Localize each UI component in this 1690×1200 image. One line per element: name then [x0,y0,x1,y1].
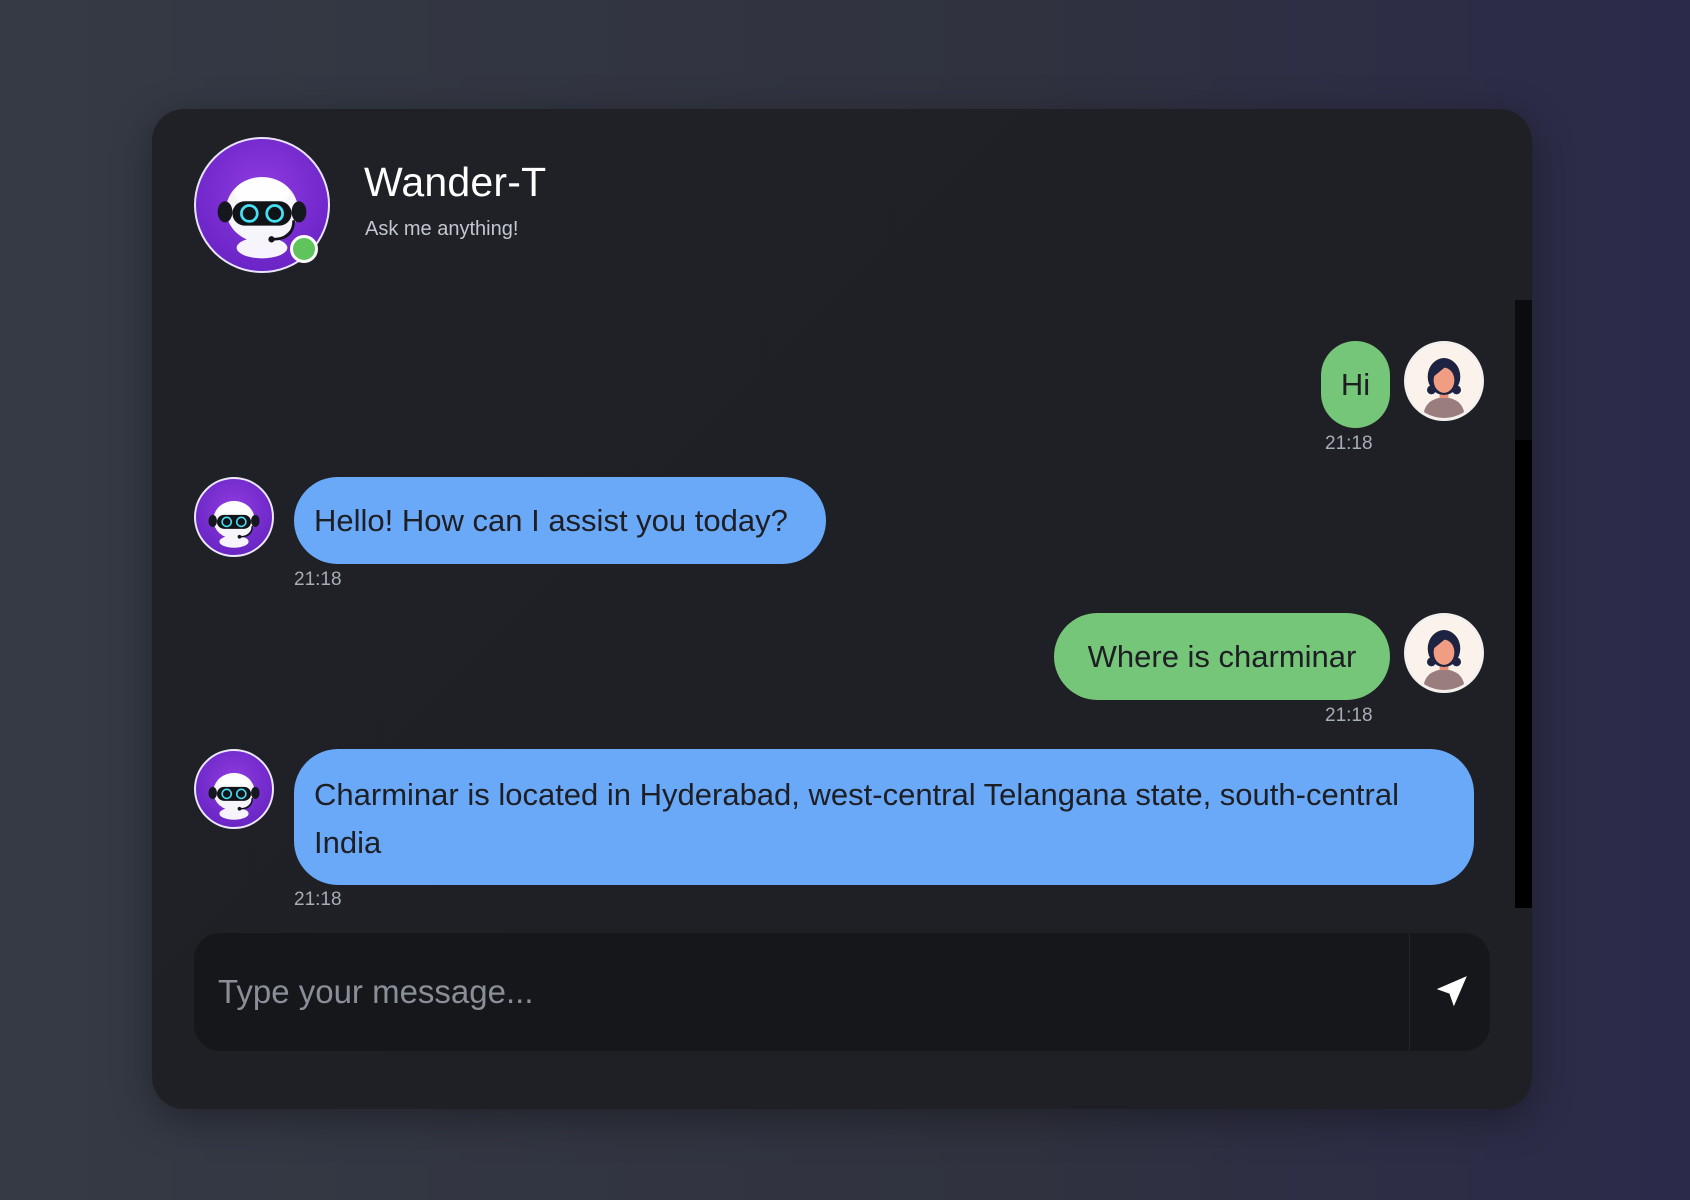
bot-message-bubble: Hello! How can I assist you today? [294,477,826,564]
user-avatar [1404,613,1484,693]
chat-window: Wander-T Ask me anything! Hi 21:18 Hello… [152,109,1532,1109]
message-text: Where is charminar [1087,639,1357,674]
user-avatar-icon [1407,616,1481,690]
robot-icon [207,772,261,821]
online-status-indicator [290,235,318,263]
message-input[interactable] [194,933,1409,1051]
message-timestamp: 21:18 [1325,705,1373,726]
chat-header: Wander-T Ask me anything! [194,137,794,277]
bot-tagline: Ask me anything! [365,218,519,240]
bot-name: Wander-T [364,159,547,205]
message-timestamp: 21:18 [294,569,342,590]
bot-message-bubble: Charminar is located in Hyderabad, west-… [294,749,1474,885]
user-message-bubble: Where is charminar [1054,613,1390,700]
user-message-bubble: Hi [1321,341,1390,428]
bot-message-avatar [194,749,274,829]
message-text: Charminar is located in Hyderabad, west-… [314,777,1399,860]
paper-plane-icon [1436,976,1467,1007]
send-button[interactable] [1409,933,1490,1051]
messages-scrollbar[interactable] [1515,300,1532,908]
message-text: Hello! How can I assist you today? [314,503,788,538]
message-timestamp: 21:18 [294,889,342,910]
message-text: Hi [1340,367,1371,402]
message-timestamp: 21:18 [1325,433,1373,454]
user-avatar-icon [1407,344,1481,418]
message-composer [194,933,1490,1051]
robot-icon [207,500,261,549]
scrollbar-thumb[interactable] [1515,300,1532,440]
bot-message-avatar [194,477,274,557]
user-avatar [1404,341,1484,421]
